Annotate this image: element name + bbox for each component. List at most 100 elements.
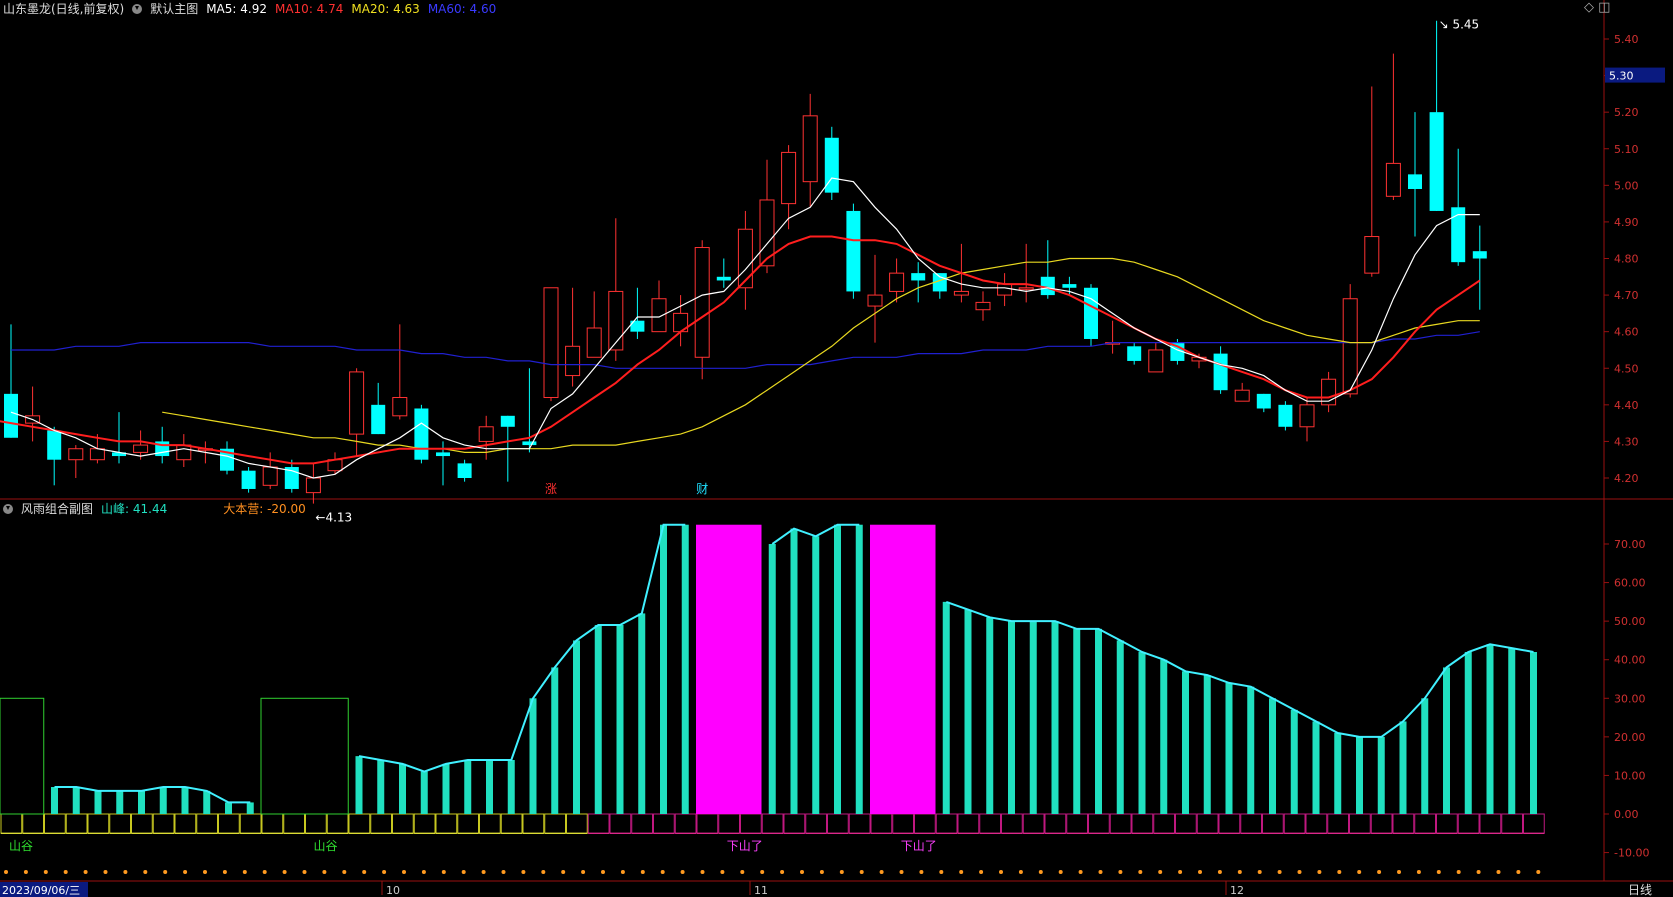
window-control-icons[interactable]: ◇ ◫ [1584, 0, 1610, 15]
candle-up [392, 397, 408, 417]
signal-dot [1436, 870, 1441, 874]
stock-title[interactable]: 山东墨龙(日线,前复权) [3, 0, 124, 18]
price-tick-label: 5.20 [1614, 106, 1639, 119]
base-block [1283, 813, 1306, 834]
base-block [109, 813, 131, 834]
signal-dot [1536, 870, 1541, 874]
base-block [827, 813, 849, 834]
candle-down [436, 452, 450, 457]
month-label: 10 [386, 884, 400, 897]
signal-dot [143, 870, 148, 874]
base-block [44, 813, 66, 834]
base-block [1436, 813, 1458, 834]
shanfeng-bar [377, 760, 385, 814]
signal-dot [1098, 870, 1103, 874]
sub-tick-label: 10.00 [1614, 769, 1646, 782]
signal-dot [1397, 870, 1401, 874]
magenta-block [696, 524, 762, 814]
shanfeng-bar [573, 640, 580, 814]
signal-dot [561, 870, 566, 874]
candle-down [1127, 346, 1142, 361]
sub-tick-label: 20.00 [1614, 731, 1646, 744]
shanfeng-bar [486, 760, 493, 814]
signal-dot [163, 870, 168, 874]
base-block [783, 813, 806, 834]
ma5-label: MA5: 4.92 [206, 2, 267, 16]
shanfeng-bar [116, 790, 124, 814]
candle-down [371, 404, 386, 435]
main-chart-label[interactable]: 默认主图 [150, 0, 198, 18]
candle-down [414, 408, 429, 460]
signal-dot [1217, 870, 1222, 874]
signal-dot [1158, 870, 1163, 874]
shanfeng-bar [1225, 682, 1233, 814]
shanfeng-bar [1138, 652, 1146, 814]
base-block [544, 813, 566, 834]
signal-dot [402, 870, 406, 874]
base-block [413, 813, 436, 834]
shanfeng-bar [399, 763, 406, 814]
base-block [1392, 813, 1415, 834]
candle-up [565, 345, 581, 377]
dropdown-icon[interactable] [3, 504, 13, 514]
signal-dot [302, 870, 307, 874]
candle-down [846, 210, 861, 292]
candle-up [802, 115, 818, 183]
signal-dot [4, 870, 8, 874]
base-block [1196, 813, 1219, 834]
signal-dot [362, 870, 367, 874]
price-tick-label: 4.20 [1614, 472, 1639, 485]
candle-down [1408, 174, 1422, 189]
base-block [522, 813, 545, 834]
signal-label: 山谷 [9, 839, 33, 853]
candle-up [89, 448, 105, 461]
shanfeng-bar [181, 787, 189, 814]
signal-dot [203, 870, 207, 874]
shanfeng-bar [442, 763, 450, 814]
signal-dot [740, 870, 745, 874]
price-tick-label: 4.80 [1614, 253, 1639, 266]
shanfeng-bar [1508, 648, 1516, 814]
shanfeng-bar [1073, 628, 1081, 814]
sub-chart-label[interactable]: 风雨组合副图 [21, 500, 93, 518]
shanfeng-bar [1029, 621, 1037, 814]
shanfeng-bar [1116, 640, 1124, 814]
candle-down [1084, 287, 1098, 339]
signal-label: 下山了 [727, 839, 763, 853]
sub-tick-label: 40.00 [1614, 654, 1646, 667]
price-tick-label: 4.40 [1614, 399, 1639, 412]
shanfeng-line [358, 523, 686, 773]
ma60-line [11, 331, 1480, 369]
sub-tick-label: 70.00 [1614, 538, 1646, 551]
base-block [718, 813, 740, 834]
base-block [1305, 813, 1328, 834]
signal-dot [939, 870, 944, 874]
signal-dot [1018, 870, 1023, 874]
shanfeng-bar [681, 524, 689, 814]
shanfeng-bar [94, 790, 102, 814]
shanfeng-bar [812, 536, 820, 814]
candle-up [1299, 404, 1315, 428]
base-block [1175, 813, 1197, 834]
base-block [1501, 813, 1523, 834]
month-label: 11 [754, 884, 768, 897]
shanfeng-bar [1356, 736, 1363, 814]
stock-chart[interactable]: 4.20 4.30 4.40 4.50 4.60 4.70 4.80 4.90 5.00 5.10… [0, 0, 1673, 897]
low-annotation: ←4.13 [315, 511, 352, 525]
candle-up [781, 151, 797, 205]
shanfeng-bar [964, 609, 972, 814]
base-block [174, 813, 197, 834]
signal-dot [282, 870, 287, 874]
shanfeng-bar [1334, 733, 1342, 814]
base-block [957, 813, 980, 834]
dropdown-icon[interactable] [132, 4, 143, 14]
signal-dot [501, 870, 506, 874]
shanfeng-bar [1530, 652, 1537, 814]
signal-dot [1237, 870, 1242, 874]
signal-dot [103, 870, 108, 874]
signal-dot [879, 870, 884, 874]
base-block [65, 813, 88, 834]
signal-dot [1297, 870, 1302, 874]
base-block [1457, 813, 1480, 834]
signal-dot [1516, 870, 1521, 874]
